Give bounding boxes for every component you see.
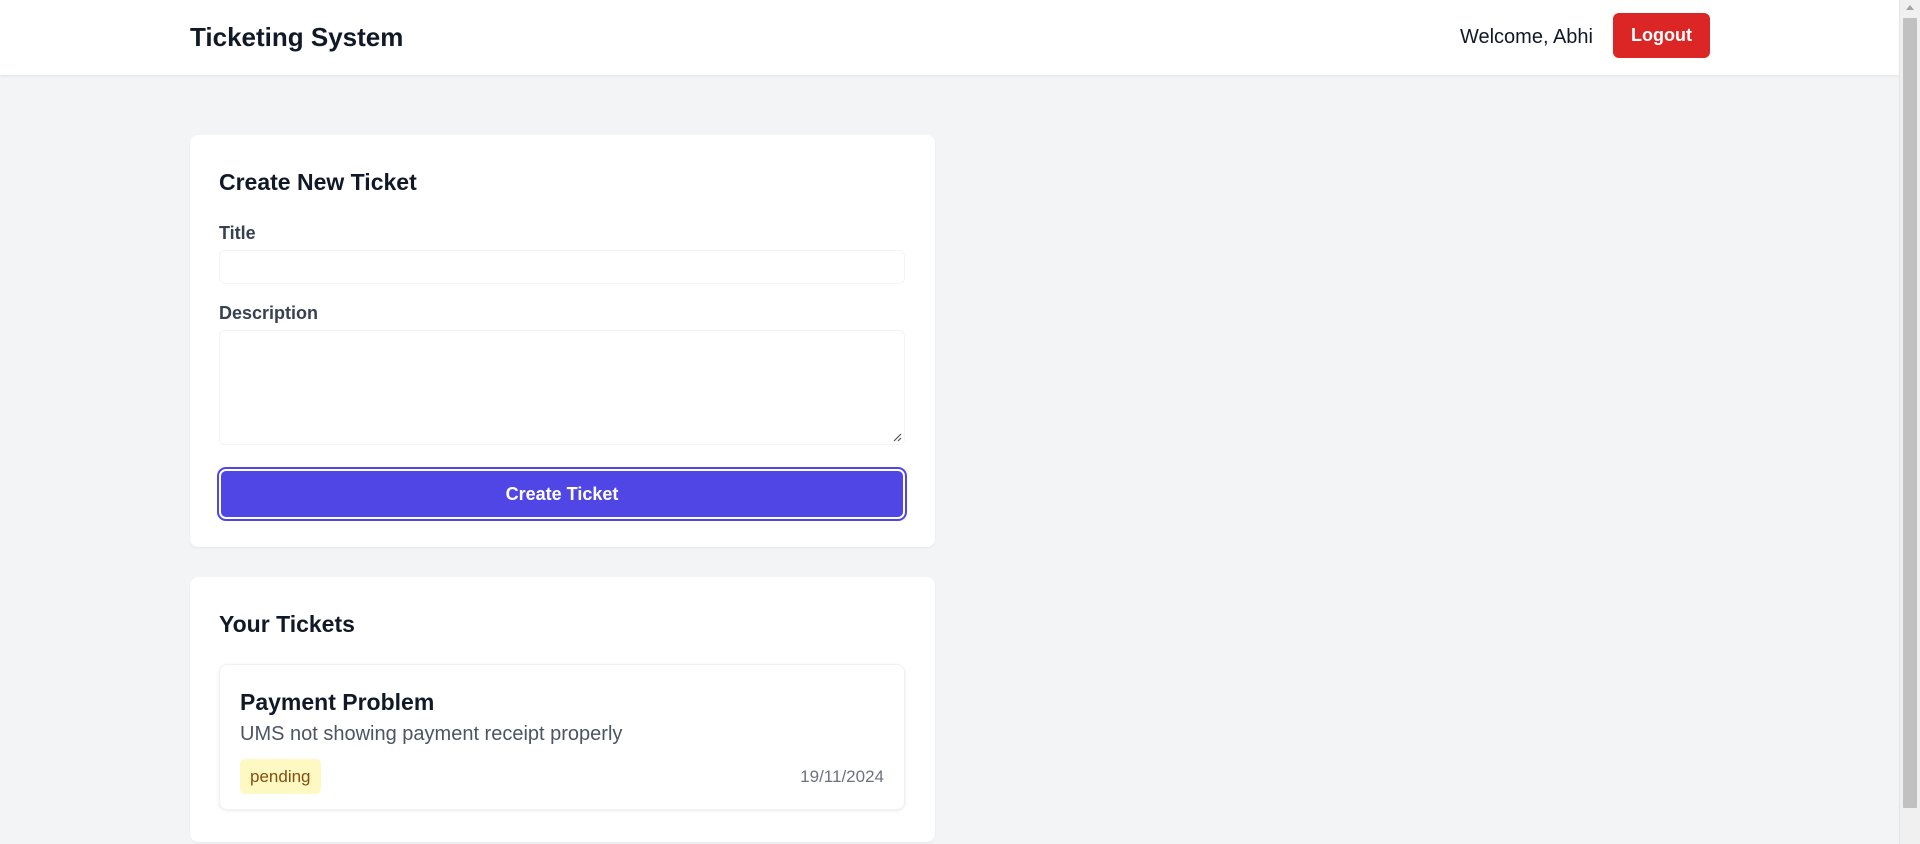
resize-handle-icon[interactable]	[892, 432, 902, 442]
brand-title: Ticketing System	[190, 22, 404, 52]
create-ticket-card: Create New Ticket Title Description Crea…	[190, 135, 935, 547]
your-tickets-heading: Your Tickets	[219, 611, 355, 637]
title-input[interactable]	[219, 250, 905, 284]
navbar: Ticketing System Welcome, Abhi Logout	[0, 0, 1899, 75]
logout-button[interactable]: Logout	[1613, 13, 1710, 58]
welcome-text: Welcome, Abhi	[1459, 26, 1593, 48]
ticket-title: Payment Problem	[240, 689, 435, 715]
status-badge: pending	[240, 759, 321, 794]
description-label: Description	[219, 303, 319, 323]
title-label: Title	[219, 223, 256, 243]
ticket-date: 19/11/2024	[800, 767, 884, 786]
create-ticket-heading: Create New Ticket	[219, 169, 417, 195]
chevron-up-icon[interactable]	[1900, 0, 1920, 17]
page: Ticketing System Welcome, Abhi Logout Cr…	[0, 0, 1899, 844]
ticket-item[interactable]: Payment Problem UMS not showing payment …	[219, 664, 905, 810]
scrollbar-thumb[interactable]	[1903, 18, 1917, 808]
create-ticket-button[interactable]: Create Ticket	[217, 467, 907, 521]
your-tickets-card: Your Tickets Payment Problem UMS not sho…	[190, 577, 935, 842]
vertical-scrollbar[interactable]	[1899, 0, 1920, 844]
description-textarea[interactable]	[219, 330, 905, 445]
ticket-description: UMS not showing payment receipt properly	[240, 723, 623, 745]
